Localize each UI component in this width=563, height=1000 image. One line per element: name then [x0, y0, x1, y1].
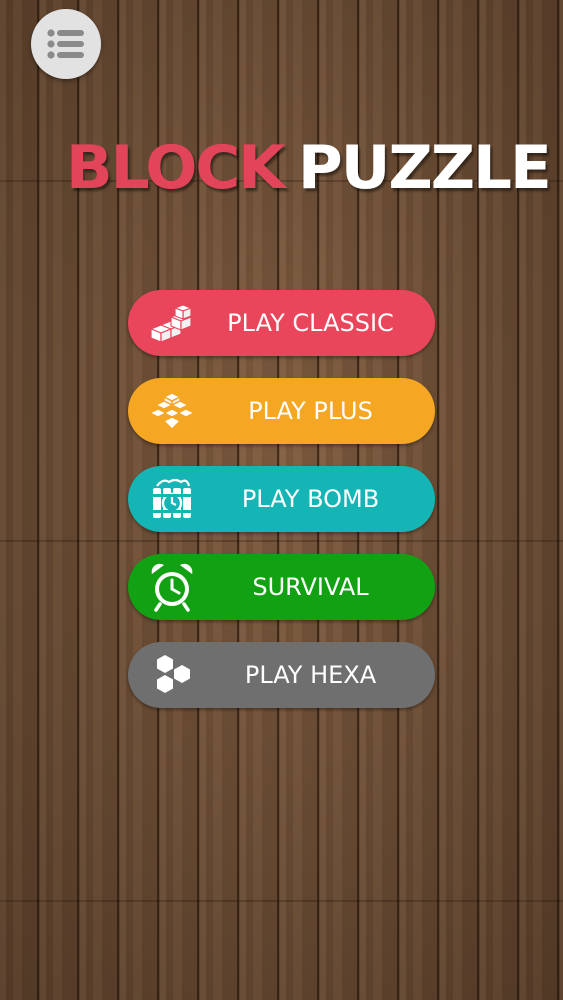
list-menu-icon — [47, 29, 84, 59]
survival-button[interactable]: SURVIVAL — [128, 554, 435, 620]
hexagons-icon — [148, 651, 196, 699]
play-plus-button[interactable]: PLAY PLUS — [128, 378, 435, 444]
play-classic-button[interactable]: PLAY CLASSIC — [128, 290, 435, 356]
bomb-timer-icon — [148, 475, 196, 523]
play-hexa-button[interactable]: PLAY HEXA — [128, 642, 435, 708]
play-classic-label: PLAY CLASSIC — [227, 309, 394, 337]
menu-button[interactable] — [31, 9, 101, 79]
play-hexa-label: PLAY HEXA — [244, 661, 377, 689]
play-bomb-button[interactable]: PLAY BOMB — [128, 466, 435, 532]
title-puzzle: PUZZLE — [297, 133, 552, 203]
game-title: BLOCK PUZZLE — [66, 128, 552, 208]
play-bomb-label: PLAY BOMB — [241, 485, 380, 513]
title-block: BLOCK — [66, 133, 286, 203]
survival-label: SURVIVAL — [252, 573, 369, 601]
stair-blocks-icon — [148, 299, 196, 347]
play-plus-label: PLAY PLUS — [248, 397, 373, 425]
plus-blocks-icon — [148, 387, 196, 435]
alarm-clock-icon — [148, 563, 196, 612]
